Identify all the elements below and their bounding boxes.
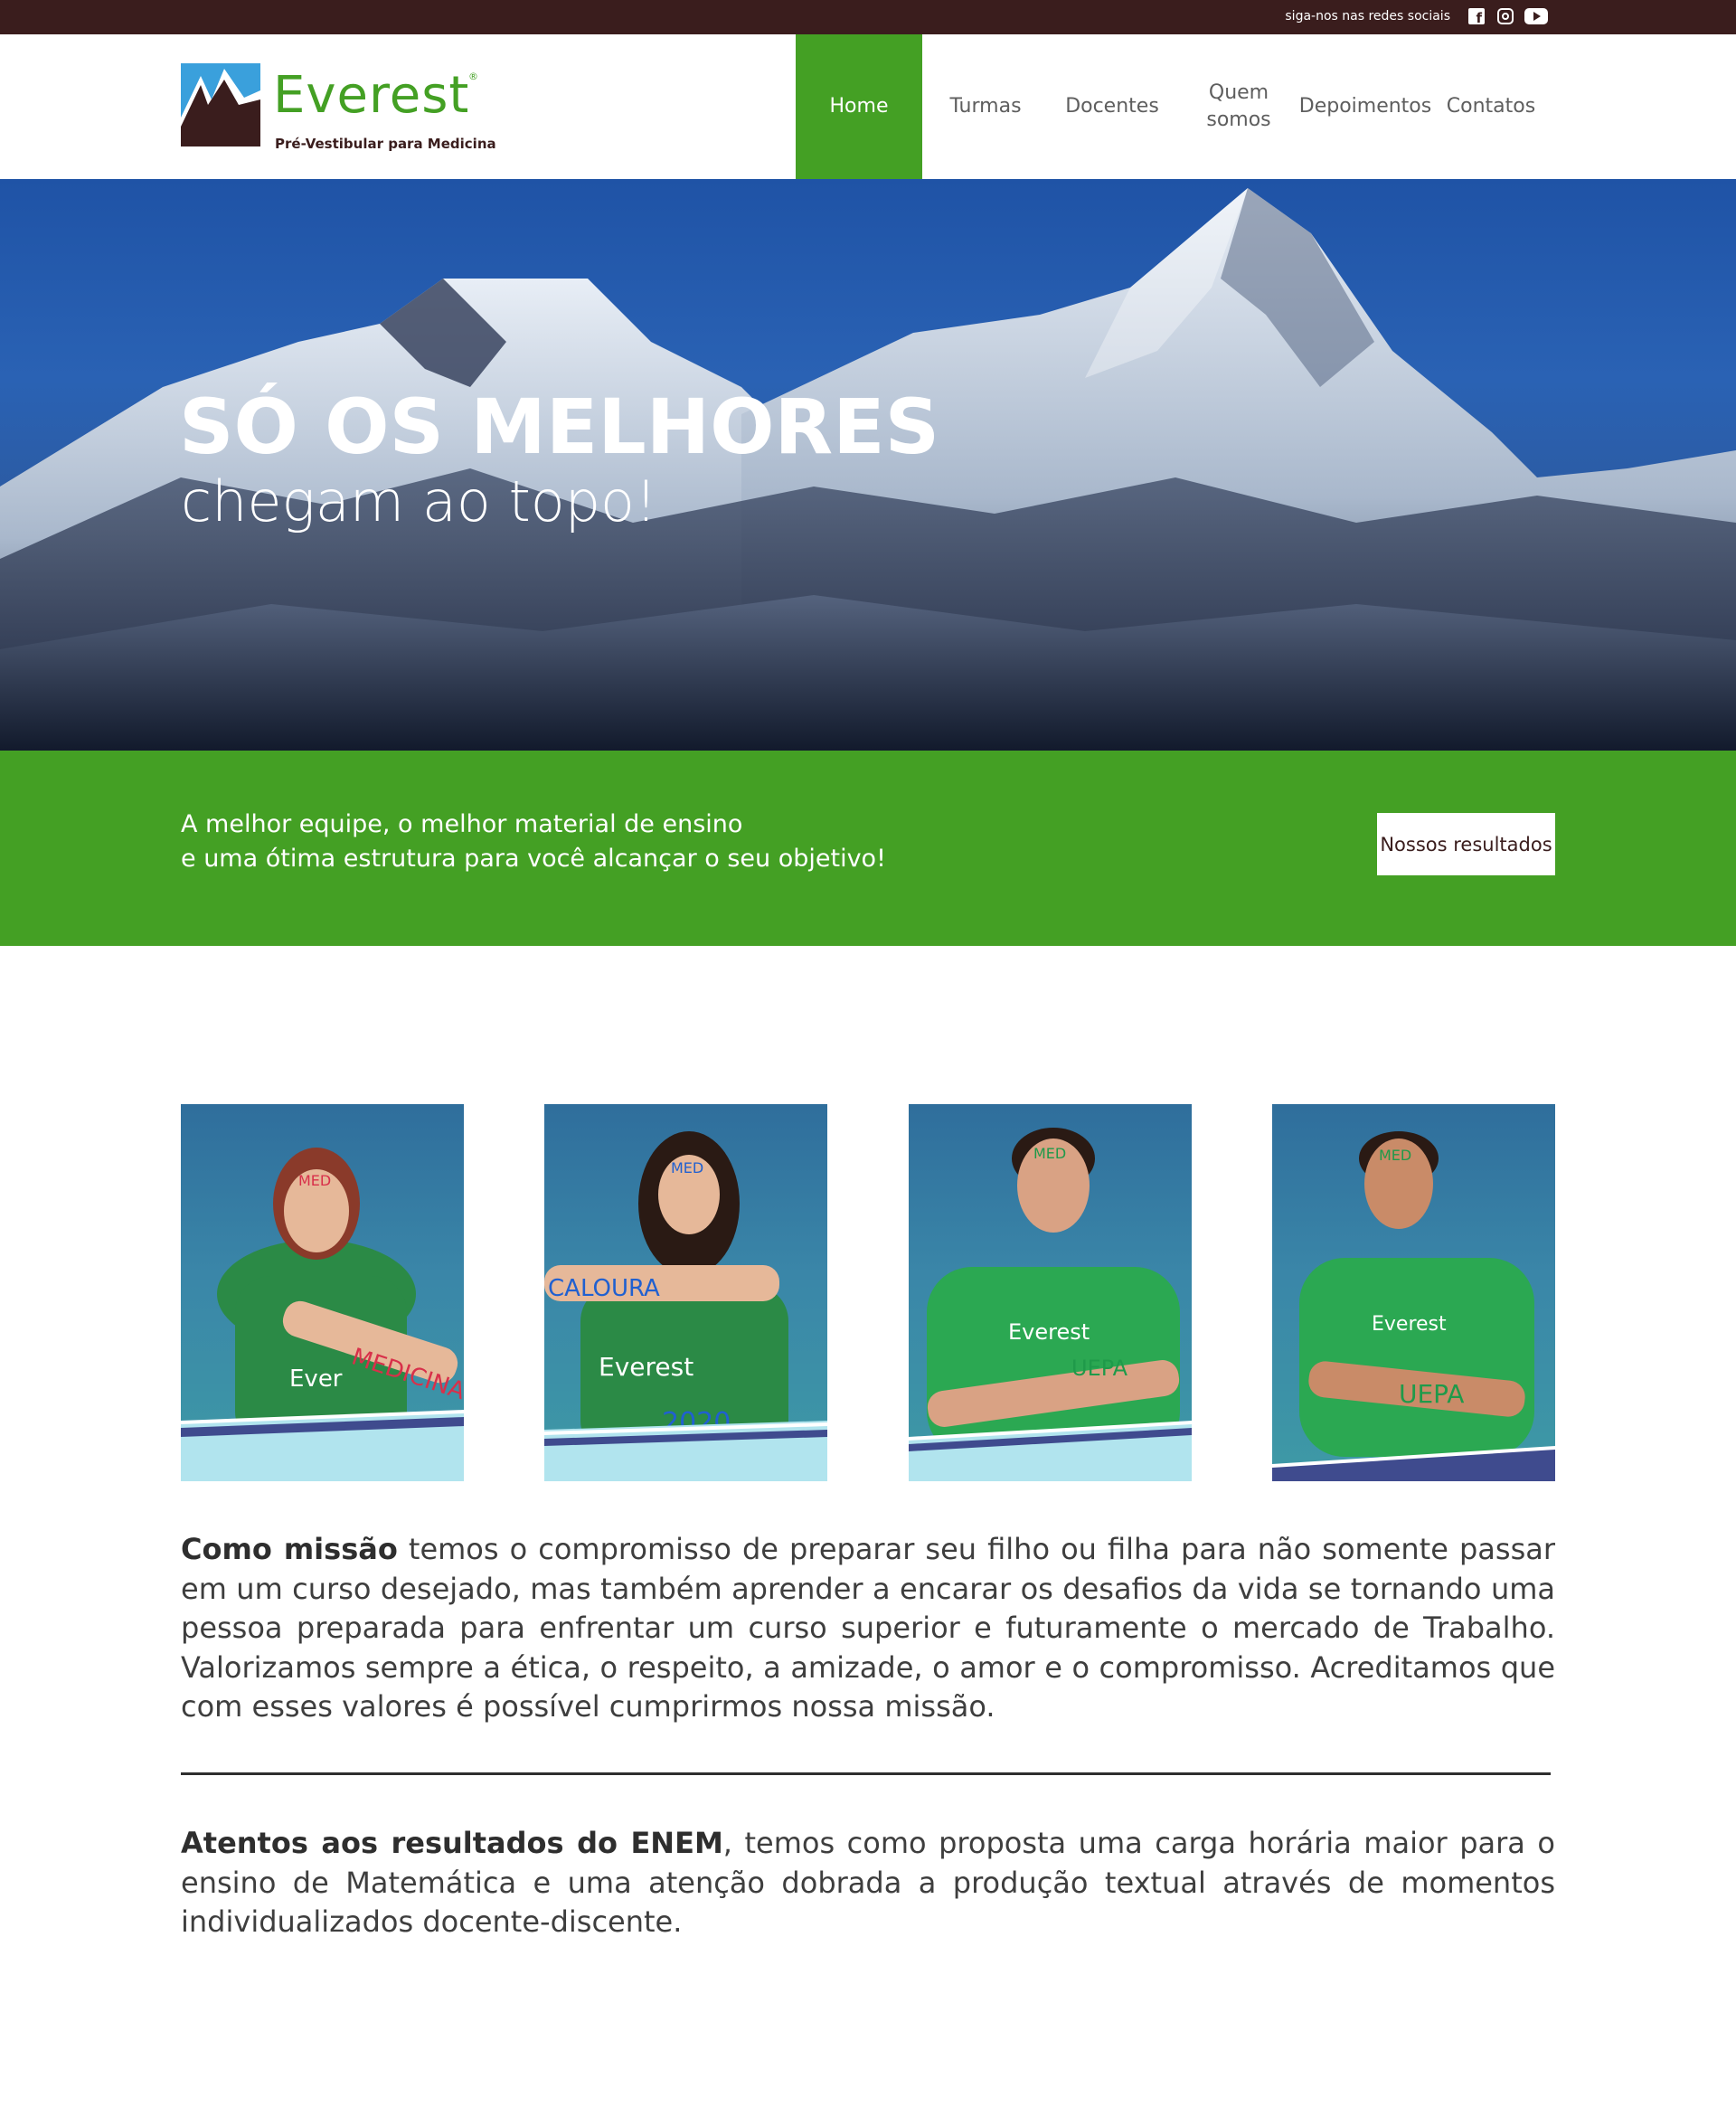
cta-banner: A melhor equipe, o melhor material de en… [0, 751, 1736, 946]
nav-quem-somos[interactable]: Quem somos [1194, 34, 1284, 179]
brand-name: Everest [273, 66, 470, 125]
nav-home[interactable]: Home [796, 34, 922, 179]
banner-line-2: e uma ótima estrutura para você alcançar… [181, 845, 886, 873]
svg-text:Ever: Ever [289, 1365, 343, 1393]
mission-paragraph: Como missão temos o compromisso de prepa… [181, 1530, 1555, 1727]
nav-turmas[interactable]: Turmas [940, 34, 1031, 179]
student-photo-4: MED UEPA Everest [1272, 1104, 1555, 1481]
banner-line-1: A melhor equipe, o melhor material de en… [181, 810, 743, 838]
mountain-logo-icon [181, 63, 260, 146]
youtube-icon[interactable] [1524, 8, 1548, 24]
instagram-icon[interactable] [1497, 8, 1514, 24]
hero-banner: SÓ OS MELHORES chegam ao topo! [0, 179, 1736, 751]
svg-text:Everest: Everest [1372, 1313, 1447, 1336]
brand-tagline: Pré-Vestibular para Medicina [275, 136, 496, 152]
nav-docentes[interactable]: Docentes [1058, 34, 1166, 179]
mission-lead: Como missão [181, 1532, 398, 1566]
hero-title: SÓ OS MELHORES [179, 383, 940, 471]
section-divider [181, 1772, 1551, 1775]
everest-logo[interactable]: Everest ® Pré-Vestibular para Medicina [181, 63, 496, 154]
svg-text:UEPA: UEPA [1071, 1356, 1128, 1381]
student-photo-2: MED CALOURA Everest 2020 [544, 1104, 827, 1481]
svg-text:CALOURA: CALOURA [548, 1275, 660, 1302]
svg-text:MED: MED [298, 1172, 331, 1189]
facebook-icon[interactable]: f [1468, 8, 1485, 25]
nav-contatos[interactable]: Contatos [1443, 34, 1539, 179]
nossos-resultados-button[interactable]: Nossos resultados [1377, 813, 1555, 875]
svg-text:MED: MED [671, 1159, 703, 1176]
hero-subtitle: chegam ao topo! [181, 468, 657, 534]
svg-text:Everest: Everest [1008, 1319, 1090, 1345]
enem-lead: Atentos aos resultados do ENEM [181, 1826, 723, 1860]
social-bar: siga-nos nas redes sociais f [0, 0, 1736, 34]
svg-text:UEPA: UEPA [1399, 1379, 1464, 1409]
svg-text:MED: MED [1379, 1147, 1411, 1164]
registered-mark: ® [468, 71, 478, 82]
svg-text:MED: MED [1033, 1145, 1066, 1162]
enem-paragraph: Atentos aos resultados do ENEM, temos co… [181, 1824, 1555, 1942]
nav-depoimentos[interactable]: Depoimentos [1298, 34, 1432, 179]
site-header: Everest ® Pré-Vestibular para Medicina H… [0, 34, 1736, 179]
follow-us-text: siga-nos nas redes sociais [1285, 9, 1450, 24]
svg-text:Everest: Everest [599, 1352, 693, 1382]
student-photo-3: MED UEPA Everest [909, 1104, 1192, 1481]
student-photo-1: MED MEDICINA Ever [181, 1104, 464, 1481]
